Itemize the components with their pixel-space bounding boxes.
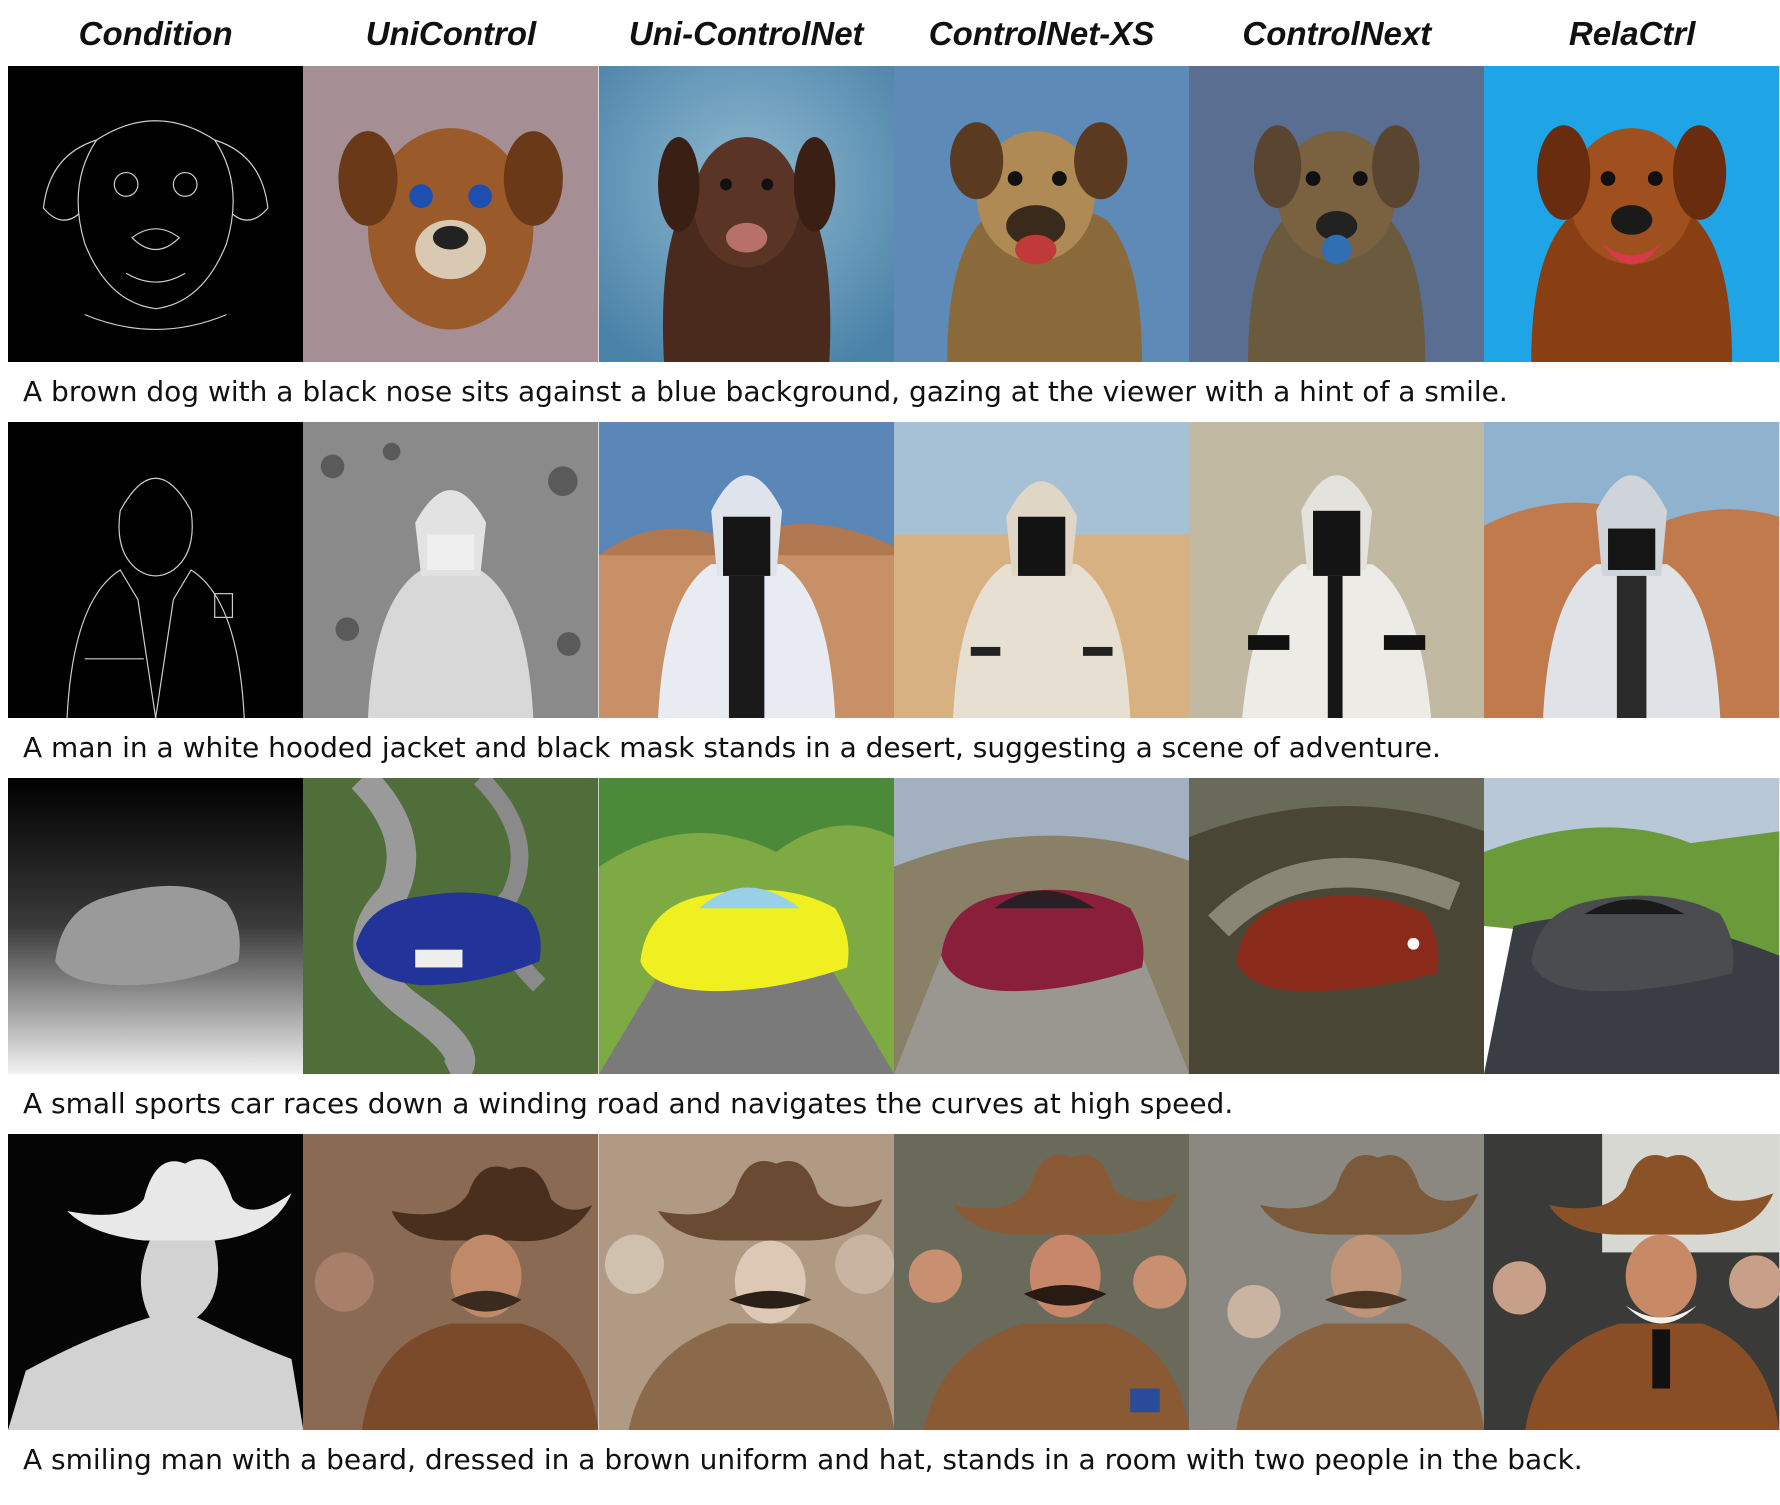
column-header-condition: Condition <box>78 15 233 52</box>
image-row <box>8 1134 1780 1430</box>
row-sports-car: A small sports car races down a winding … <box>8 778 1780 1134</box>
unicontrol-hooded-man-image <box>303 422 599 718</box>
unicontrol-car-image <box>303 778 599 1074</box>
relactrl-car-image <box>1484 778 1780 1074</box>
column-header-controlnet-xs: ControlNet-XS <box>928 15 1155 52</box>
relactrl-hooded-man-image <box>1484 422 1780 718</box>
image-row <box>8 422 1780 718</box>
controlnet-xs-dog-image <box>893 66 1190 362</box>
controlnext-cowboy-image <box>1189 1134 1485 1430</box>
controlnext-dog-image <box>1189 66 1485 362</box>
condition-canny-edge-image <box>8 66 304 362</box>
column-header-relactrl: RelaCtrl <box>1568 15 1696 52</box>
row-dog: A brown dog with a black nose sits again… <box>8 66 1780 422</box>
image-row <box>8 778 1780 1074</box>
condition-depth-map-image <box>8 1134 304 1430</box>
uni-controlnet-car-image <box>598 778 894 1074</box>
uni-controlnet-cowboy-image <box>598 1134 894 1430</box>
column-header-controlnext: ControlNext <box>1242 15 1432 52</box>
row-hooded-man: A man in a white hooded jacket and black… <box>8 422 1780 778</box>
condition-canny-edge-image <box>8 422 304 718</box>
controlnet-xs-hooded-man-image <box>893 422 1190 718</box>
caption-hooded-man: A man in a white hooded jacket and black… <box>23 731 1441 764</box>
caption-cowboy: A smiling man with a beard, dressed in a… <box>23 1443 1583 1476</box>
column-header-unicontrol: UniControl <box>365 15 537 52</box>
caption-dog: A brown dog with a black nose sits again… <box>23 375 1508 408</box>
row-cowboy: A smiling man with a beard, dressed in a… <box>8 1134 1780 1490</box>
relactrl-cowboy-image <box>1484 1134 1780 1430</box>
relactrl-dog-image <box>1484 66 1780 362</box>
unicontrol-dog-image <box>303 66 599 362</box>
comparison-figure: Condition UniControl Uni-ControlNet Cont… <box>0 0 1780 1505</box>
uni-controlnet-hooded-man-image <box>598 422 894 718</box>
controlnet-xs-cowboy-image <box>893 1134 1190 1430</box>
caption-sports-car: A small sports car races down a winding … <box>23 1087 1234 1120</box>
uni-controlnet-dog-image <box>598 66 894 362</box>
controlnext-car-image <box>1189 778 1485 1074</box>
controlnet-xs-car-image <box>893 778 1190 1074</box>
image-row <box>8 66 1780 362</box>
column-headers: Condition UniControl Uni-ControlNet Cont… <box>8 8 1780 60</box>
condition-depth-map-image <box>8 778 304 1074</box>
column-header-uni-controlnet: Uni-ControlNet <box>628 15 864 52</box>
controlnext-hooded-man-image <box>1189 422 1485 718</box>
unicontrol-cowboy-image <box>303 1134 599 1430</box>
